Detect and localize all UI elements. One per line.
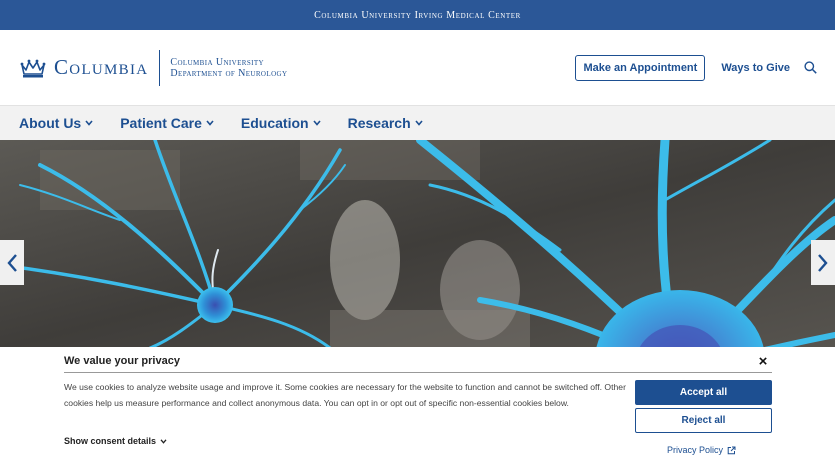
external-link-icon: [727, 446, 736, 454]
nav-education-label: Education: [240, 115, 309, 131]
cookie-description: We use cookies to analyze website usage …: [64, 382, 626, 408]
top-banner-label: Columbia University Irving Medical Cente…: [314, 9, 521, 21]
chevron-down-icon: [85, 120, 93, 126]
close-icon[interactable]: ×: [756, 354, 770, 369]
chevron-down-icon: [312, 120, 321, 126]
chevron-down-icon: [206, 120, 214, 126]
privacy-policy-label: Privacy Policy: [667, 445, 724, 455]
show-consent-details-label: Show consent details: [64, 436, 157, 446]
brand-name: Columbia: [54, 55, 149, 79]
department-line-1: Columbia University: [170, 56, 265, 68]
nav-patient-care[interactable]: Patient Care: [120, 115, 214, 131]
nav-about-us[interactable]: About Us: [19, 115, 93, 131]
make-appointment-button[interactable]: Make an Appointment: [575, 54, 706, 81]
site-header: Columbia Columbia University Department …: [0, 30, 835, 105]
department-line-2: Department of Neurology: [170, 67, 288, 79]
main-nav: About Us Patient Care Education Research: [0, 105, 835, 140]
hero-neuron-image: [0, 140, 835, 348]
nav-about-us-label: About Us: [19, 115, 82, 131]
accept-all-button[interactable]: Accept all: [635, 380, 772, 405]
chevron-right-icon: [818, 253, 828, 272]
top-banner: Columbia University Irving Medical Cente…: [0, 0, 835, 30]
header-divider: [159, 49, 161, 86]
nav-patient-care-label: Patient Care: [120, 115, 202, 131]
privacy-policy-link[interactable]: Privacy Policy: [667, 445, 736, 455]
header-actions: Make an Appointment Ways to Give: [575, 54, 817, 81]
cookie-title: We value your privacy: [64, 355, 180, 367]
cookie-consent-banner: We value your privacy × We use cookies t…: [0, 347, 835, 469]
nav-research-label: Research: [347, 115, 411, 131]
carousel-prev-button[interactable]: [0, 240, 24, 285]
crown-logo-icon: [20, 59, 46, 77]
nav-research[interactable]: Research: [348, 115, 423, 131]
department-title[interactable]: Columbia University Department of Neurol…: [170, 57, 287, 79]
hero-carousel: [0, 140, 835, 348]
search-icon[interactable]: [804, 61, 817, 74]
chevron-down-icon: [415, 120, 423, 126]
ways-to-give-link[interactable]: Ways to Give: [721, 62, 790, 74]
cookie-divider: [64, 372, 772, 373]
show-consent-details-toggle[interactable]: Show consent details: [64, 436, 167, 446]
chevron-left-icon: [7, 253, 17, 272]
brand-logo[interactable]: Columbia: [19, 55, 148, 80]
carousel-next-button[interactable]: [811, 240, 835, 285]
chevron-down-icon: [160, 438, 167, 444]
reject-all-button[interactable]: Reject all: [635, 408, 772, 433]
nav-education[interactable]: Education: [241, 115, 321, 131]
